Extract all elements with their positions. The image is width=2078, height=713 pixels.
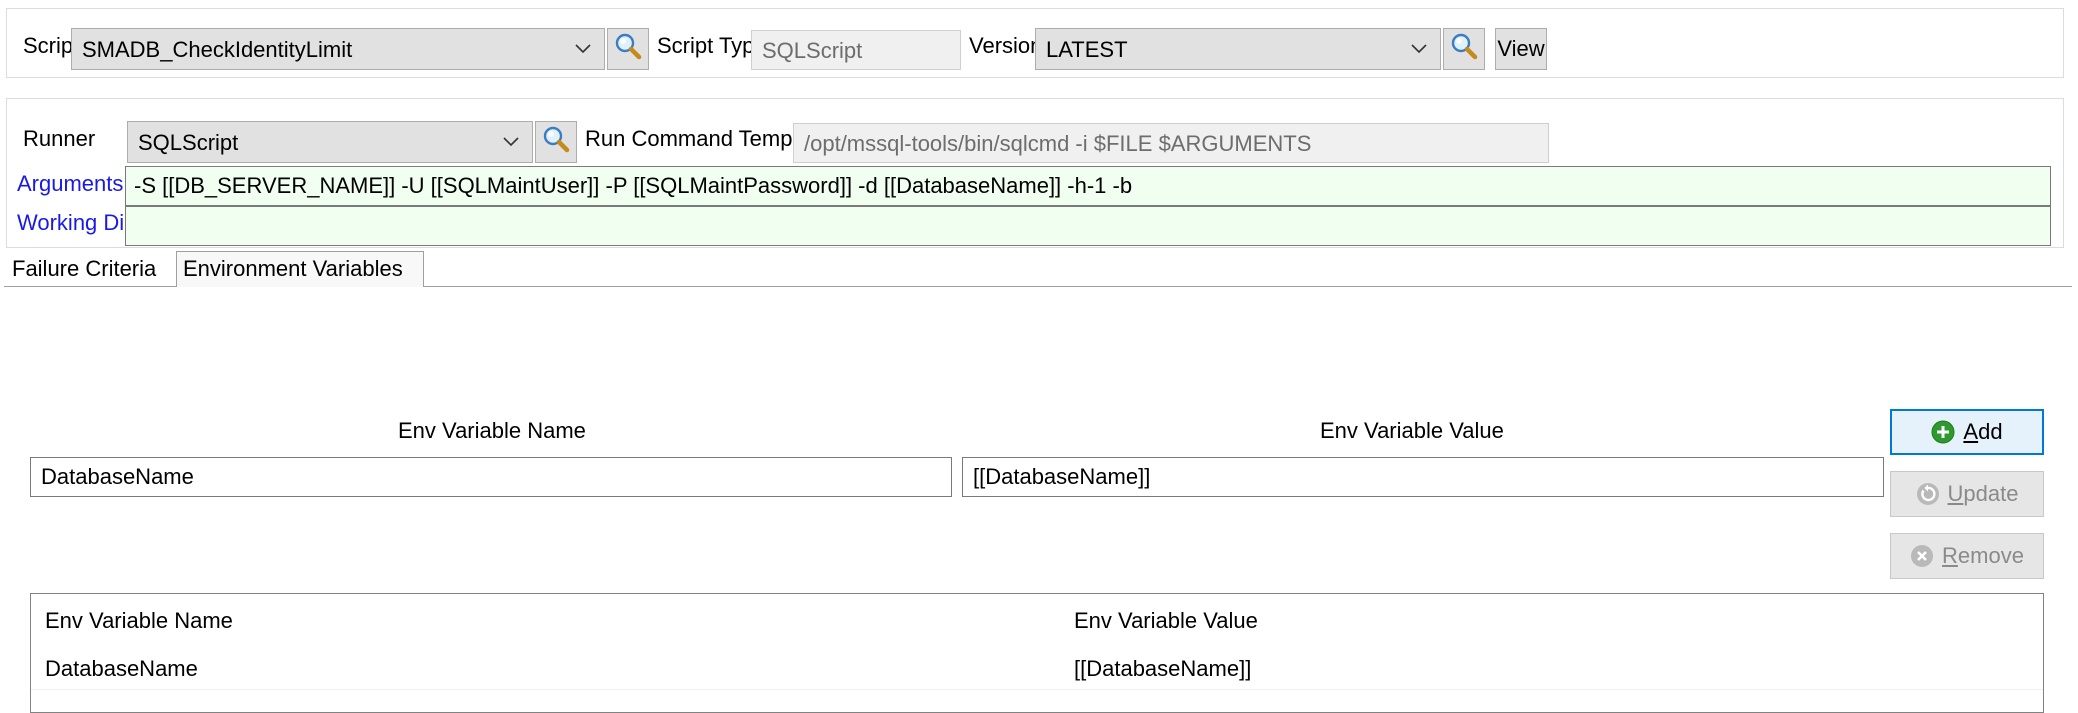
chevron-down-icon bbox=[500, 122, 522, 162]
tab-environment-variables[interactable]: Environment Variables bbox=[176, 251, 424, 287]
search-icon bbox=[614, 32, 642, 66]
add-button-label: Add bbox=[1963, 421, 2002, 443]
arguments-input[interactable]: -S [[DB_SERVER_NAME]] -U [[SQLMaintUser]… bbox=[125, 166, 2051, 206]
version-label: Version bbox=[969, 33, 1043, 58]
version-search-button[interactable] bbox=[1443, 28, 1485, 70]
script-type-field: SQLScript bbox=[751, 30, 961, 70]
remove-rest: emove bbox=[1957, 543, 2024, 568]
table-cell-value: [[DatabaseName]] bbox=[1074, 656, 1252, 681]
view-button-label: View bbox=[1497, 36, 1545, 61]
env-name-input-value: DatabaseName bbox=[41, 464, 194, 489]
tab-environment-variables-label: Environment Variables bbox=[183, 256, 403, 281]
add-accel: A bbox=[1963, 419, 1979, 444]
runner-group: Runner SQLScript Run Command Template /o… bbox=[6, 98, 2064, 248]
run-command-label: Run Command Template bbox=[585, 126, 828, 151]
update-accel: U bbox=[1947, 481, 1964, 506]
working-dir-label[interactable]: Working Dir. bbox=[17, 208, 136, 238]
env-name-caption: Env Variable Name bbox=[398, 418, 586, 443]
script-select-value: SMADB_CheckIdentityLimit bbox=[82, 37, 353, 62]
view-button[interactable]: View bbox=[1495, 28, 1547, 70]
arguments-value: -S [[DB_SERVER_NAME]] -U [[SQLMaintUser]… bbox=[134, 173, 1133, 198]
run-command-field: /opt/mssql-tools/bin/sqlcmd -i $FILE $AR… bbox=[793, 123, 1549, 163]
version-select[interactable]: LATEST bbox=[1035, 28, 1441, 70]
table-row[interactable]: DatabaseName [[DatabaseName]] bbox=[31, 648, 2043, 690]
refresh-icon bbox=[1916, 482, 1940, 506]
search-icon bbox=[1450, 32, 1478, 66]
tab-failure-criteria[interactable]: Failure Criteria bbox=[6, 252, 162, 288]
chevron-down-icon bbox=[572, 29, 594, 69]
version-select-value: LATEST bbox=[1046, 37, 1128, 62]
add-rest: dd bbox=[1978, 419, 2003, 444]
runner-label: Runner bbox=[23, 126, 96, 151]
runner-search-button[interactable] bbox=[535, 121, 577, 163]
chevron-down-icon bbox=[1408, 29, 1430, 69]
script-select[interactable]: SMADB_CheckIdentityLimit bbox=[71, 28, 605, 70]
env-variables-table[interactable]: Env Variable Name Env Variable Value Dat… bbox=[30, 593, 2044, 713]
script-type-value: SQLScript bbox=[762, 38, 863, 63]
update-button-label: Update bbox=[1948, 483, 2019, 505]
update-rest: pdate bbox=[1963, 481, 2019, 506]
runner-select-value: SQLScript bbox=[138, 130, 239, 155]
env-value-input-value: [[DatabaseName]] bbox=[973, 464, 1151, 489]
search-icon bbox=[542, 125, 570, 159]
add-button[interactable]: Add bbox=[1890, 409, 2044, 455]
working-dir-input[interactable] bbox=[125, 206, 2051, 246]
remove-button-label: Remove bbox=[1942, 545, 2024, 567]
script-group: Script SMADB_CheckIdentityLimit Script T… bbox=[6, 8, 2064, 78]
arguments-label[interactable]: Arguments bbox=[17, 169, 123, 199]
plus-circle-icon bbox=[1931, 420, 1955, 444]
update-button[interactable]: Update bbox=[1890, 471, 2044, 517]
env-name-input[interactable]: DatabaseName bbox=[30, 457, 952, 497]
runner-select[interactable]: SQLScript bbox=[127, 121, 533, 163]
remove-circle-icon bbox=[1910, 544, 1934, 568]
remove-button[interactable]: Remove bbox=[1890, 533, 2044, 579]
script-search-button[interactable] bbox=[607, 28, 649, 70]
tab-failure-criteria-label: Failure Criteria bbox=[12, 256, 157, 281]
env-value-caption: Env Variable Value bbox=[1320, 418, 1504, 443]
table-header-name[interactable]: Env Variable Name bbox=[45, 606, 233, 636]
remove-accel: R bbox=[1942, 543, 1958, 568]
env-value-input[interactable]: [[DatabaseName]] bbox=[962, 457, 1884, 497]
run-command-value: /opt/mssql-tools/bin/sqlcmd -i $FILE $AR… bbox=[804, 131, 1312, 156]
table-header-value[interactable]: Env Variable Value bbox=[1074, 606, 1258, 636]
table-cell-name: DatabaseName bbox=[45, 656, 198, 681]
